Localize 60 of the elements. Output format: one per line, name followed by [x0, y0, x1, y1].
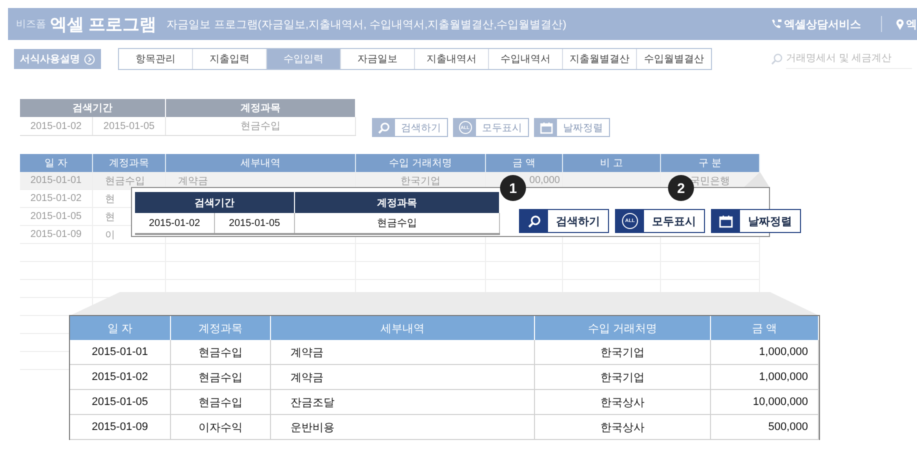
column-header: 금 액	[711, 316, 820, 340]
search-icon	[771, 53, 783, 65]
table-cell-text: 계약금	[290, 346, 324, 360]
table-cell-text: 이자수익	[198, 420, 243, 434]
column-header: 일 자	[70, 316, 171, 340]
table-cell: 1,000,000	[759, 371, 808, 383]
table-cell: 2015-01-05	[92, 396, 148, 408]
table-cell-text: 계약금	[290, 370, 324, 384]
column-header: 세부내역	[271, 316, 535, 340]
calendar-icon	[719, 214, 733, 228]
column-header: 검색기간	[135, 192, 295, 213]
table-cell-text: 현금수입	[198, 346, 243, 360]
table-cell: 00,000	[529, 175, 560, 186]
table-cell-text: 한국상사	[600, 420, 644, 434]
table-cell-text: 계약금	[178, 174, 208, 188]
table-cell: 2015-01-09	[92, 421, 148, 433]
table-cell-text: 한국기업	[600, 346, 644, 360]
table-cell-text: 한국상사	[600, 396, 644, 410]
column-header: 계정과목	[166, 99, 356, 117]
table-cell: 2015-01-01	[92, 346, 148, 358]
table-cell-text: 한국기업	[600, 370, 644, 384]
table-cell: 2015-01-02	[30, 193, 82, 204]
table-cell-text: 현	[105, 192, 115, 206]
brand-label: 비즈폼	[16, 18, 46, 31]
table-cell-text: 이	[105, 228, 115, 242]
table-cell-text: 현금수입	[105, 174, 145, 188]
pin-icon	[896, 18, 904, 30]
table-cell: 2015-01-02	[92, 371, 148, 383]
table-cell: 1,000,000	[759, 346, 808, 358]
table-cell-text: 현금수입	[198, 370, 243, 384]
table-cell-text: 한국기업	[400, 174, 440, 188]
search-icon	[528, 214, 540, 228]
table-cell-text: 현	[105, 210, 115, 224]
table-cell: 2015-01-05	[30, 211, 82, 222]
column-header: 수입 거래처명	[534, 316, 712, 340]
start-date-cell: 2015-01-02	[20, 117, 93, 135]
table-cell-text: 현금수입	[198, 396, 243, 410]
account-cell: 현금수입	[166, 117, 356, 135]
table-cell-text: 잔금조달	[290, 396, 334, 410]
calendar-icon	[540, 122, 552, 134]
search-icon	[378, 122, 390, 134]
column-header: 검색기간	[20, 99, 166, 117]
table-cell: 2015-01-01	[30, 175, 82, 186]
calendar-button[interactable]: 날짜정렬	[711, 209, 801, 233]
table-cell-text: 국민은행	[690, 174, 730, 188]
table-cell: 10,000,000	[752, 396, 808, 408]
phone-icon	[771, 19, 782, 29]
table-cell: 2015-01-09	[30, 229, 82, 240]
end-date-cell: 2015-01-05	[215, 213, 295, 233]
search-button[interactable]: 검색하기	[519, 209, 609, 233]
table-cell-text: 운반비용	[290, 420, 334, 434]
column-header: 계정과목	[170, 316, 272, 340]
account-cell: 현금수입	[295, 213, 500, 233]
start-date-cell: 2015-01-02	[135, 213, 215, 233]
column-header: 계정과목	[295, 192, 500, 213]
table-cell: 500,000	[768, 421, 808, 433]
arrow-circle-icon	[84, 54, 95, 64]
app-subtitle: 자금일보 프로그램(자금일보,지출내역서, 수입내역서,지출월별결산,수입월별결산)	[166, 18, 566, 32]
end-date-cell: 2015-01-05	[93, 117, 166, 135]
app-title: 엑셀 프로그램	[50, 14, 157, 36]
